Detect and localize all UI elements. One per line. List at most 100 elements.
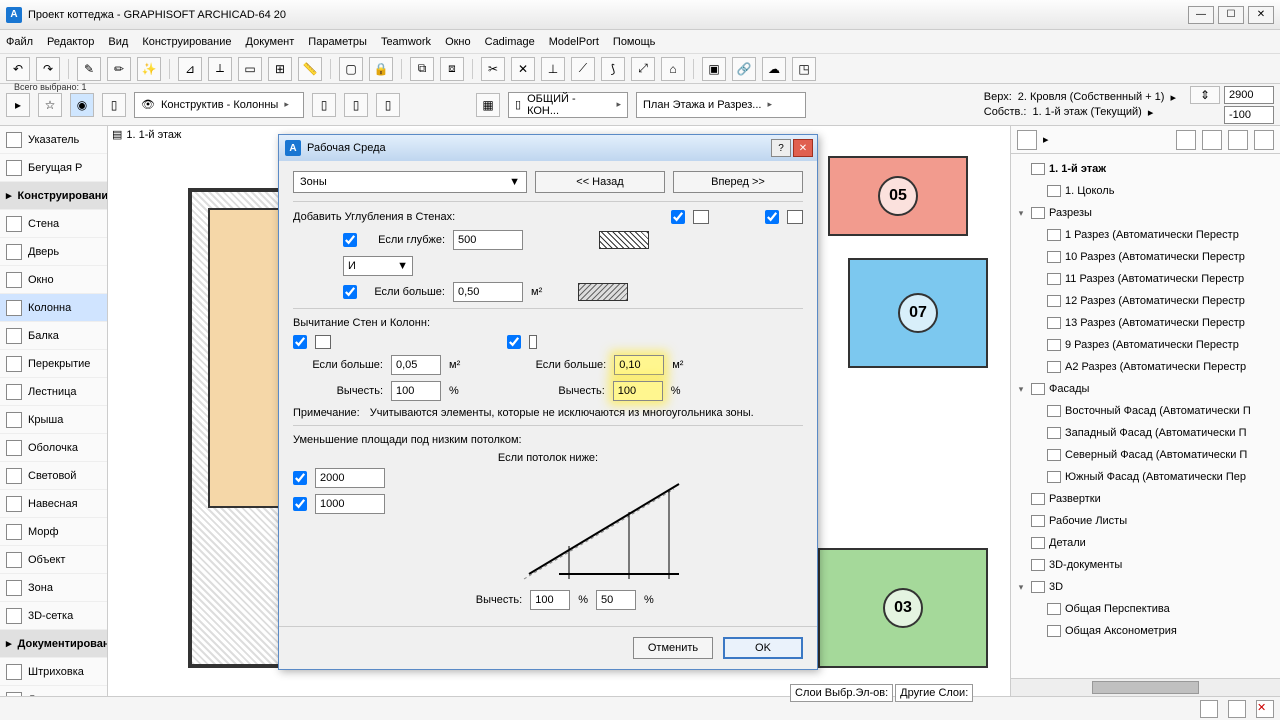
sub-v2-input[interactable] [596,590,636,610]
snap3-button[interactable]: ▭ [238,57,262,81]
tree-item[interactable]: Рабочие Листы [1015,510,1276,532]
dialog-titlebar[interactable]: A Рабочая Среда ? ✕ [279,135,817,161]
tree-item[interactable]: ▾Разрезы [1015,202,1276,224]
tree-item[interactable]: 11 Разрез (Автоматически Перестр [1015,268,1276,290]
deeper-input[interactable] [453,230,523,250]
home-button[interactable]: ⌂ [661,57,685,81]
magic-button[interactable]: ✨ [137,57,161,81]
curve-button[interactable]: ⟆ [601,57,625,81]
status-icon-2[interactable] [1228,700,1246,718]
menu-cadimage[interactable]: Cadimage [485,36,535,48]
status-icon-1[interactable] [1200,700,1218,718]
wall-sub-input[interactable] [391,381,441,401]
tree-item[interactable]: Общая Перспектива [1015,598,1276,620]
menu-view[interactable]: Вид [108,36,128,48]
minimize-button[interactable]: — [1188,6,1214,24]
cancel-button[interactable]: Отменить [633,637,713,659]
logic-combo[interactable]: И▼ [343,256,413,276]
geom2-button[interactable]: ▯ [344,93,368,117]
height-top-input[interactable] [1224,86,1274,104]
geom3-button[interactable]: ▯ [376,93,400,117]
tool-beam[interactable]: Балка [0,322,107,350]
recess-check-1[interactable] [671,210,685,224]
tree-item[interactable]: 1 Разрез (Автоматически Перестр [1015,224,1276,246]
menu-modelport[interactable]: ModelPort [549,36,599,48]
tree-item[interactable]: ▾Фасады [1015,378,1276,400]
view-combo[interactable]: План Этажа и Разрез...▸ [636,92,806,118]
tool-wall[interactable]: Стена [0,210,107,238]
scheme-select[interactable]: Зоны▼ [293,171,527,193]
larger-check[interactable] [343,285,357,299]
tool-zone[interactable]: Зона [0,574,107,602]
tree-item[interactable]: 10 Разрез (Автоматически Перестр [1015,246,1276,268]
tool-object[interactable]: Объект [0,546,107,574]
lock-button[interactable]: 🔒 [369,57,393,81]
ruler-button[interactable]: 📏 [298,57,322,81]
tree-item[interactable]: Общая Аксонометрия [1015,620,1276,642]
menu-options[interactable]: Параметры [308,36,367,48]
link-button[interactable]: 🔗 [732,57,756,81]
tree-item[interactable]: A2 Разрез (Автоматически Перестр [1015,356,1276,378]
tree-item[interactable]: 13 Разрез (Автоматически Перестр [1015,312,1276,334]
tree-item[interactable]: Восточный Фасад (Автоматически П [1015,400,1276,422]
dialog-close-button[interactable]: ✕ [793,139,813,157]
layer-combo[interactable]: 👁Конструктив - Колонны▸ [134,92,304,118]
h1-input[interactable] [315,468,385,488]
nav-view-2[interactable] [1202,130,1222,150]
tree-item[interactable]: Развертки [1015,488,1276,510]
tool-window[interactable]: Окно [0,266,107,294]
tool-mesh[interactable]: 3D-сетка [0,602,107,630]
col-larger-input[interactable] [614,355,664,375]
close-button[interactable]: ✕ [1248,6,1274,24]
split-button[interactable]: ⟋ [571,57,595,81]
tool-door[interactable]: Дверь [0,238,107,266]
col-sub-check[interactable] [507,335,521,349]
menu-window[interactable]: Окно [445,36,471,48]
canvas-tab[interactable]: ▤ 1. 1-й этаж [112,128,181,141]
tree-item[interactable]: Северный Фасад (Автоматически П [1015,444,1276,466]
cube-button[interactable]: ◳ [792,57,816,81]
menu-design[interactable]: Конструирование [142,36,231,48]
tool-arrow[interactable]: Указатель [0,126,107,154]
tool-light[interactable]: Световой [0,462,107,490]
trace-button[interactable]: ⧉ [410,57,434,81]
annot-button[interactable]: ▣ [702,57,726,81]
tree-item[interactable]: ▾3D [1015,576,1276,598]
wall-larger-input[interactable] [391,355,441,375]
tree-item[interactable]: 9 Разрез (Автоматически Перестр [1015,334,1276,356]
larger-input[interactable] [453,282,523,302]
tool-stair[interactable]: Лестница [0,378,107,406]
menu-edit[interactable]: Редактор [47,36,94,48]
menu-help[interactable]: Помощь [613,36,656,48]
col-sub-input[interactable] [613,381,663,401]
resize-button[interactable]: ⤢ [631,57,655,81]
profile-combo[interactable]: ▯ОБЩИЙ - КОН...▸ [508,92,628,118]
trace2-button[interactable]: ⧈ [440,57,464,81]
tool-curtain[interactable]: Навесная [0,490,107,518]
h2-check[interactable] [293,497,307,511]
tool-hatch[interactable]: Штриховка [0,658,107,686]
pick-button[interactable]: ✎ [77,57,101,81]
snap1-button[interactable]: ⊿ [178,57,202,81]
column-mode-button[interactable]: ▯ [102,93,126,117]
tool-marquee[interactable]: Бегущая Р [0,154,107,182]
menu-teamwork[interactable]: Teamwork [381,36,431,48]
trim-button[interactable]: ✕ [511,57,535,81]
tree-item[interactable]: 12 Разрез (Автоматически Перестр [1015,290,1276,312]
info-fav-button[interactable]: ☆ [38,93,62,117]
info-settings-button[interactable]: ▸ [6,93,30,117]
nav-mode-1[interactable] [1017,130,1037,150]
nav-view-4[interactable] [1254,130,1274,150]
tool-slab[interactable]: Перекрытие [0,350,107,378]
cloud-button[interactable]: ☁ [762,57,786,81]
dialog-help-button[interactable]: ? [771,139,791,157]
tool-line[interactable]: Линия [0,686,107,696]
status-icon-3[interactable]: ✕ [1256,700,1274,718]
tool-morph[interactable]: Морф [0,518,107,546]
suspend-button[interactable]: ✂ [481,57,505,81]
menu-file[interactable]: Файл [6,36,33,48]
floor-button[interactable]: ▦ [476,93,500,117]
undo-button[interactable]: ↶ [6,57,30,81]
adjust-button[interactable]: ⊥ [541,57,565,81]
forward-button[interactable]: Вперед >> [673,171,803,193]
